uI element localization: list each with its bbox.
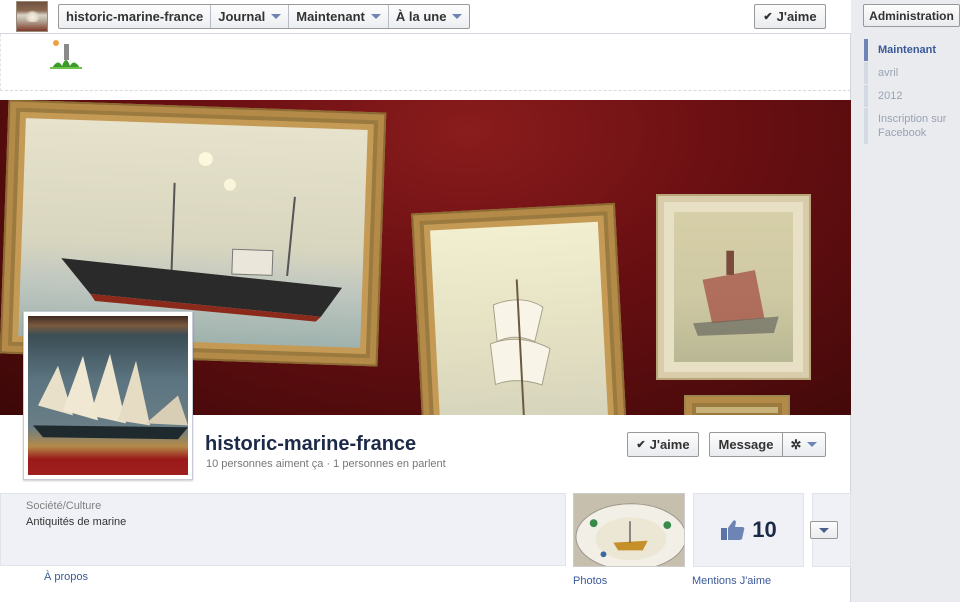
chevron-down-icon [807, 442, 818, 447]
nav-page-name[interactable]: historic-marine-france [59, 5, 212, 28]
page-description: Antiquités de marine [26, 516, 127, 528]
timeline-item-2012[interactable]: 2012 [864, 85, 960, 107]
administration-button[interactable]: Administration [863, 4, 960, 27]
page-title: historic-marine-france [205, 433, 417, 455]
likes-app-label[interactable]: Mentions J'aime [692, 575, 771, 587]
profile-picture[interactable] [23, 311, 193, 480]
page-nav-menu: historic-marine-france Journal Maintenan… [58, 4, 471, 29]
painting-liner [656, 194, 811, 380]
thumbs-up-icon [721, 520, 745, 540]
check-icon: ✔ [636, 439, 646, 451]
timeline-strip [0, 34, 851, 91]
profile-ship-painting [28, 316, 188, 475]
about-link[interactable]: À propos [44, 571, 88, 583]
plate-photo-icon [574, 494, 684, 566]
settings-menu-button[interactable]: ✲ [782, 432, 826, 457]
timeline-nav: Maintenant avril 2012 Inscription sur Fa… [864, 39, 960, 145]
top-like-button[interactable]: ✔ J'aime [754, 4, 826, 29]
gear-icon: ✲ [790, 436, 802, 452]
check-icon: ✔ [763, 11, 773, 23]
page-main-column: historic-marine-france Journal Maintenan… [0, 0, 851, 602]
ship-painting-icon [33, 353, 188, 440]
page-category: Société/Culture [26, 500, 102, 512]
photos-app-label[interactable]: Photos [573, 575, 607, 587]
chevron-down-icon [819, 527, 829, 533]
clipper-ship [489, 279, 551, 415]
page-top-bar: historic-marine-france Journal Maintenan… [0, 0, 851, 34]
ocean-liner [693, 250, 779, 336]
photos-app-thumbnail[interactable] [573, 493, 685, 567]
chevron-down-icon [452, 14, 463, 19]
message-button[interactable]: Message [709, 432, 783, 457]
chevron-down-icon [370, 14, 381, 19]
painting-sailing-ship [411, 202, 627, 415]
plant-icon [50, 40, 82, 69]
painting-partial [684, 395, 790, 415]
likes-count: 10 [752, 517, 777, 542]
like-button[interactable]: ✔ J'aime [627, 432, 699, 457]
timeline-item-avril[interactable]: avril [864, 62, 960, 84]
likes-app-box[interactable]: 10 [693, 493, 804, 567]
timeline-item-maintenant[interactable]: Maintenant [864, 39, 960, 61]
chevron-down-icon [271, 14, 282, 19]
timeline-item-inscription[interactable]: Inscription sur Facebook [864, 108, 960, 144]
page-thumbnail[interactable] [16, 1, 48, 32]
nav-a-la-une[interactable]: À la une [389, 5, 470, 28]
more-apps-button[interactable] [810, 521, 838, 539]
nav-maintenant[interactable]: Maintenant [289, 5, 389, 28]
page-stats: 10 personnes aiment ça · 1 personnes en … [206, 458, 446, 470]
nav-journal[interactable]: Journal [211, 5, 290, 28]
